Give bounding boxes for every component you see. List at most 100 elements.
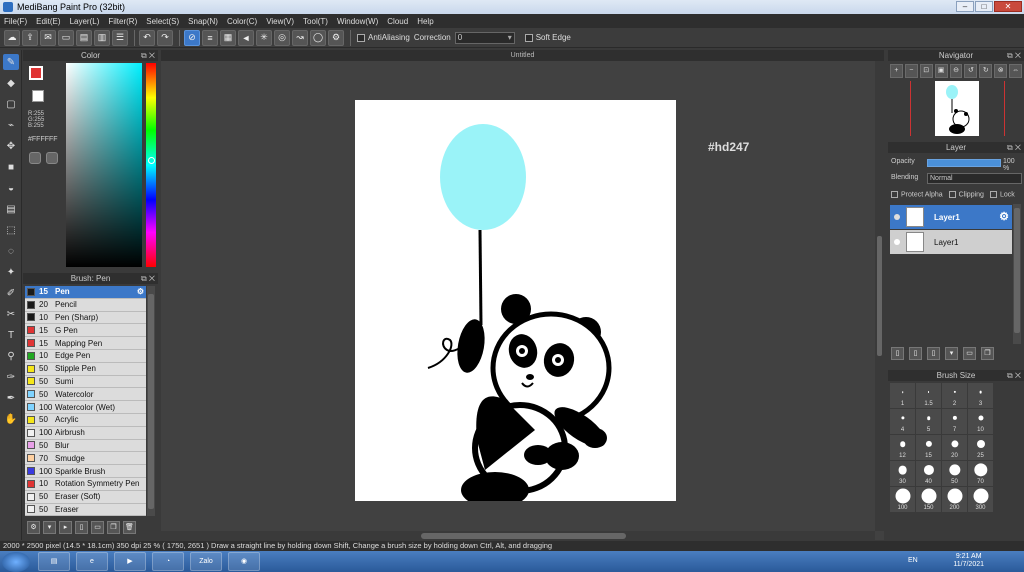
protect-alpha-checkbox[interactable]: Protect Alpha [891,191,943,198]
lock-checkbox[interactable]: Lock [989,191,1015,198]
brush-size-cell[interactable]: 200 [942,487,967,512]
layer-row[interactable]: Layer1 [890,230,1012,254]
brush-settings-gear-icon[interactable]: ⚙ [137,287,144,296]
settings-snap-icon[interactable]: ⚙ [328,29,344,46]
brush-list-item[interactable]: 15 Pen ⚙ [25,286,146,299]
brush-size-cell[interactable]: 150 [916,487,941,512]
brush-size-cell[interactable]: 20 [942,435,967,460]
brush-size-cell[interactable]: 50 [942,461,967,486]
brush-size-cell[interactable]: 10 [968,409,993,434]
panel2-icon[interactable]: ▥ [94,29,110,46]
brush-list-item[interactable]: 50 Watercolor [25,388,146,402]
layer-row[interactable]: Layer1 ⚙ [890,205,1012,229]
opacity-slider[interactable] [927,159,1001,167]
flip-icon[interactable]: ⇔ [1009,64,1023,78]
menu-file[interactable]: File(F) [4,17,27,26]
bucket-tool-icon[interactable]: ◒ [3,180,19,196]
background-color-swatch[interactable] [32,90,44,102]
brush-size-cell[interactable]: 40 [916,461,941,486]
rect-tool-icon[interactable]: ▢ [3,96,19,112]
chat-icon[interactable]: ▭ [58,29,74,46]
palette-icon[interactable] [29,152,41,164]
reset-rotation-icon[interactable]: ⊗ [994,64,1008,78]
perspective-snap-icon[interactable]: ◄ [238,29,254,46]
brush-doc-icon[interactable]: ▯ [75,520,88,534]
brush-settings-icon[interactable]: ⚙ [27,520,40,534]
brush-size-cell[interactable]: 12 [890,435,915,460]
brush-size-cell[interactable]: 3 [968,383,993,408]
close-button[interactable]: ✕ [994,1,1022,12]
zoom-out-icon[interactable]: − [904,64,918,78]
brush-size-cell[interactable]: 5 [916,409,941,434]
eraser-tool-icon[interactable]: ◆ [3,75,19,91]
zoom-reset-icon[interactable]: ⊖ [949,64,963,78]
duplicate-layer-icon[interactable]: ❐ [981,347,994,360]
brush-size-cell[interactable]: 4 [890,409,915,434]
upload-icon[interactable]: ⇪ [22,29,38,46]
menu-tool[interactable]: Tool(T) [303,17,328,26]
brush-size-cell[interactable]: 15 [916,435,941,460]
brush-list-item[interactable]: 10 Rotation Symmetry Pen [25,477,146,491]
new-layer-icon[interactable]: ▯ [891,347,904,360]
brush-list-item[interactable]: 20 Pencil [25,298,146,312]
soft-edge-checkbox[interactable] [524,33,533,42]
new-8bit-layer-icon[interactable]: ▯ [927,347,940,360]
layer-settings-gear-icon[interactable]: ⚙ [999,210,1009,223]
maximize-button[interactable]: □ [975,1,993,12]
zalo-icon[interactable]: Zalo [190,552,222,571]
menu-layer[interactable]: Layer(L) [70,17,100,26]
visibility-eye-icon[interactable] [894,239,900,245]
brush-size-cell[interactable]: 300 [968,487,993,512]
comment-icon[interactable]: ✉ [40,29,56,46]
brush-list-item[interactable]: 70 Smudge [25,452,146,466]
chrome-icon[interactable]: ◉ [228,552,260,571]
brush-list-item[interactable]: 100 Watercolor (Wet) [25,401,146,414]
correction-select[interactable]: 0 [454,31,515,44]
brush-list-item[interactable]: 50 Eraser (Soft) [25,490,146,504]
layer-folder-icon[interactable]: ▭ [963,347,976,360]
foreground-color-swatch[interactable] [29,66,43,80]
document-tab[interactable]: Untitled [161,50,884,61]
menu-color[interactable]: Color(C) [227,17,257,26]
brush-delete-icon[interactable]: 🗑 [123,520,136,534]
brush-list-item[interactable]: 100 Airbrush [25,426,146,440]
dot-tool-icon[interactable]: ⌁ [3,117,19,133]
brush-list-item[interactable]: 15 Mapping Pen [25,337,146,350]
brush-list-item[interactable]: 50 Eraser [25,503,146,517]
brush-list-item[interactable]: 10 Edge Pen [25,349,146,363]
menu-view[interactable]: View(V) [266,17,294,26]
actual-size-icon[interactable]: ▣ [934,64,948,78]
hue-slider[interactable] [146,63,156,267]
snap-off-icon[interactable]: ⊘ [184,29,200,46]
menu-select[interactable]: Select(S) [146,17,179,26]
canvas-vertical-scrollbar[interactable] [875,61,884,531]
canvas-area[interactable]: Untitled #hd247 [161,50,884,540]
list-icon[interactable]: ☰ [112,29,128,46]
minimize-button[interactable]: – [956,1,974,12]
brush-list-item[interactable]: 50 Sumi [25,375,146,389]
brush-list-item[interactable]: 50 Blur [25,439,146,453]
select-tool-icon[interactable]: ⬚ [3,222,19,238]
text-tool-icon[interactable]: T [3,327,19,343]
grid-snap-icon[interactable]: ▦ [220,29,236,46]
cloud-icon[interactable]: ☁ [4,29,20,46]
redo-icon[interactable]: ↷ [157,29,173,46]
brush-size-cell[interactable]: 7 [942,409,967,434]
clipping-checkbox[interactable]: Clipping [948,191,984,198]
language-indicator[interactable]: EN [908,557,918,564]
new-halftone-layer-icon[interactable]: ▯ [909,347,922,360]
antialiasing-checkbox[interactable] [357,33,365,42]
brush-list-item[interactable]: 50 Acrylic [25,413,146,427]
brush-size-cell[interactable]: 30 [890,461,915,486]
add-layer-menu-icon[interactable]: ▾ [945,347,958,360]
ellipse-snap-icon[interactable]: ◯ [310,29,326,46]
navigator-preview[interactable] [888,81,1024,136]
menu-edit[interactable]: Edit(E) [36,17,60,26]
app-icon-green[interactable]: ◔ [152,552,184,571]
explorer-icon[interactable]: ▤ [38,552,70,571]
clock[interactable]: 9:21 AM 11/7/2021 [953,553,984,569]
panel-icon[interactable]: ▤ [76,29,92,46]
saturation-value-picker[interactable] [66,63,142,267]
gradient-tool-icon[interactable]: ▤ [3,201,19,217]
select-eraser-icon[interactable]: ✂ [3,306,19,322]
